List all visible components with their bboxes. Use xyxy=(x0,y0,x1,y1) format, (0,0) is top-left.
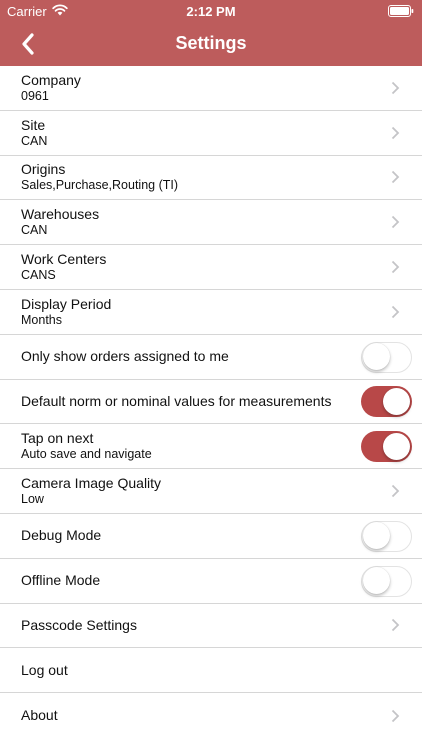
row-subtitle: CANS xyxy=(21,268,56,283)
row-subtitle: CAN xyxy=(21,223,48,238)
row-title: Debug Mode xyxy=(21,527,102,544)
toggle-knob xyxy=(363,343,390,371)
chevron-right-icon xyxy=(391,619,400,632)
row-title: Tap on next xyxy=(21,430,94,447)
offline-mode-toggle[interactable] xyxy=(361,565,412,597)
settings-row-company[interactable]: Company 0961 xyxy=(0,66,422,111)
settings-row-site[interactable]: Site CAN xyxy=(0,111,422,156)
row-subtitle: Months xyxy=(21,312,62,327)
default-norm-toggle[interactable] xyxy=(361,386,412,418)
toggle-knob xyxy=(363,522,390,550)
row-title: Only show orders assigned to me xyxy=(21,348,229,365)
chevron-right-icon xyxy=(391,305,400,319)
settings-row-camera-quality[interactable]: Camera Image Quality Low xyxy=(0,469,422,514)
settings-row-debug-mode: Debug Mode xyxy=(0,514,422,559)
chevron-right-icon xyxy=(391,709,400,722)
only-my-orders-toggle[interactable] xyxy=(361,341,412,373)
toggle-knob xyxy=(363,567,390,595)
toggle-knob xyxy=(383,388,410,416)
settings-row-warehouses[interactable]: Warehouses CAN xyxy=(0,200,422,246)
settings-row-origins[interactable]: Origins Sales,Purchase,Routing (TI) xyxy=(0,156,422,201)
tap-on-next-toggle[interactable] xyxy=(361,431,412,463)
chevron-right-icon xyxy=(391,81,400,95)
row-subtitle: Auto save and navigate xyxy=(21,447,152,462)
row-title: About xyxy=(21,707,58,724)
battery-icon xyxy=(388,5,414,17)
row-subtitle: Low xyxy=(21,492,44,507)
settings-row-only-my-orders: Only show orders assigned to me xyxy=(0,335,422,380)
row-title: Work Centers xyxy=(21,251,107,268)
row-subtitle: CAN xyxy=(21,133,48,148)
page-title: Settings xyxy=(175,33,247,53)
nav-bar: Settings xyxy=(0,22,422,66)
chevron-right-icon xyxy=(391,484,400,498)
settings-row-tap-on-next: Tap on next Auto save and navigate xyxy=(0,424,422,470)
row-title: Company xyxy=(21,71,81,88)
row-subtitle: Sales,Purchase,Routing (TI) xyxy=(21,178,179,193)
settings-row-log-out[interactable]: Log out xyxy=(0,648,422,694)
status-time: 2:12 PM xyxy=(186,4,236,19)
settings-row-offline-mode: Offline Mode xyxy=(0,559,422,604)
settings-row-work-centers[interactable]: Work Centers CANS xyxy=(0,245,422,290)
row-title: Site xyxy=(21,116,46,133)
settings-row-passcode[interactable]: Passcode Settings xyxy=(0,604,422,649)
settings-row-default-norm: Default norm or nominal values for measu… xyxy=(0,380,422,425)
settings-row-display-period[interactable]: Display Period Months xyxy=(0,290,422,335)
row-title: Camera Image Quality xyxy=(21,475,162,492)
settings-row-about[interactable]: About xyxy=(0,693,422,738)
row-title: Default norm or nominal values for measu… xyxy=(21,392,332,409)
settings-list: Company 0961 Site CAN Origins Sales,Purc… xyxy=(0,66,422,738)
status-bar: Carrier 2:12 PM xyxy=(0,0,422,22)
header: Carrier 2:12 PM Settings xyxy=(0,0,422,66)
chevron-right-icon xyxy=(391,171,400,184)
row-title: Display Period xyxy=(21,295,112,312)
row-title: Log out xyxy=(21,661,68,678)
row-title: Warehouses xyxy=(21,206,100,223)
row-title: Passcode Settings xyxy=(21,616,137,633)
chevron-right-icon xyxy=(391,216,400,229)
row-title: Origins xyxy=(21,161,66,178)
row-title: Offline Mode xyxy=(21,572,101,589)
row-subtitle: 0961 xyxy=(21,88,49,103)
chevron-right-icon xyxy=(391,260,400,274)
chevron-right-icon xyxy=(391,126,400,139)
debug-mode-toggle[interactable] xyxy=(361,520,412,552)
toggle-knob xyxy=(383,433,410,461)
